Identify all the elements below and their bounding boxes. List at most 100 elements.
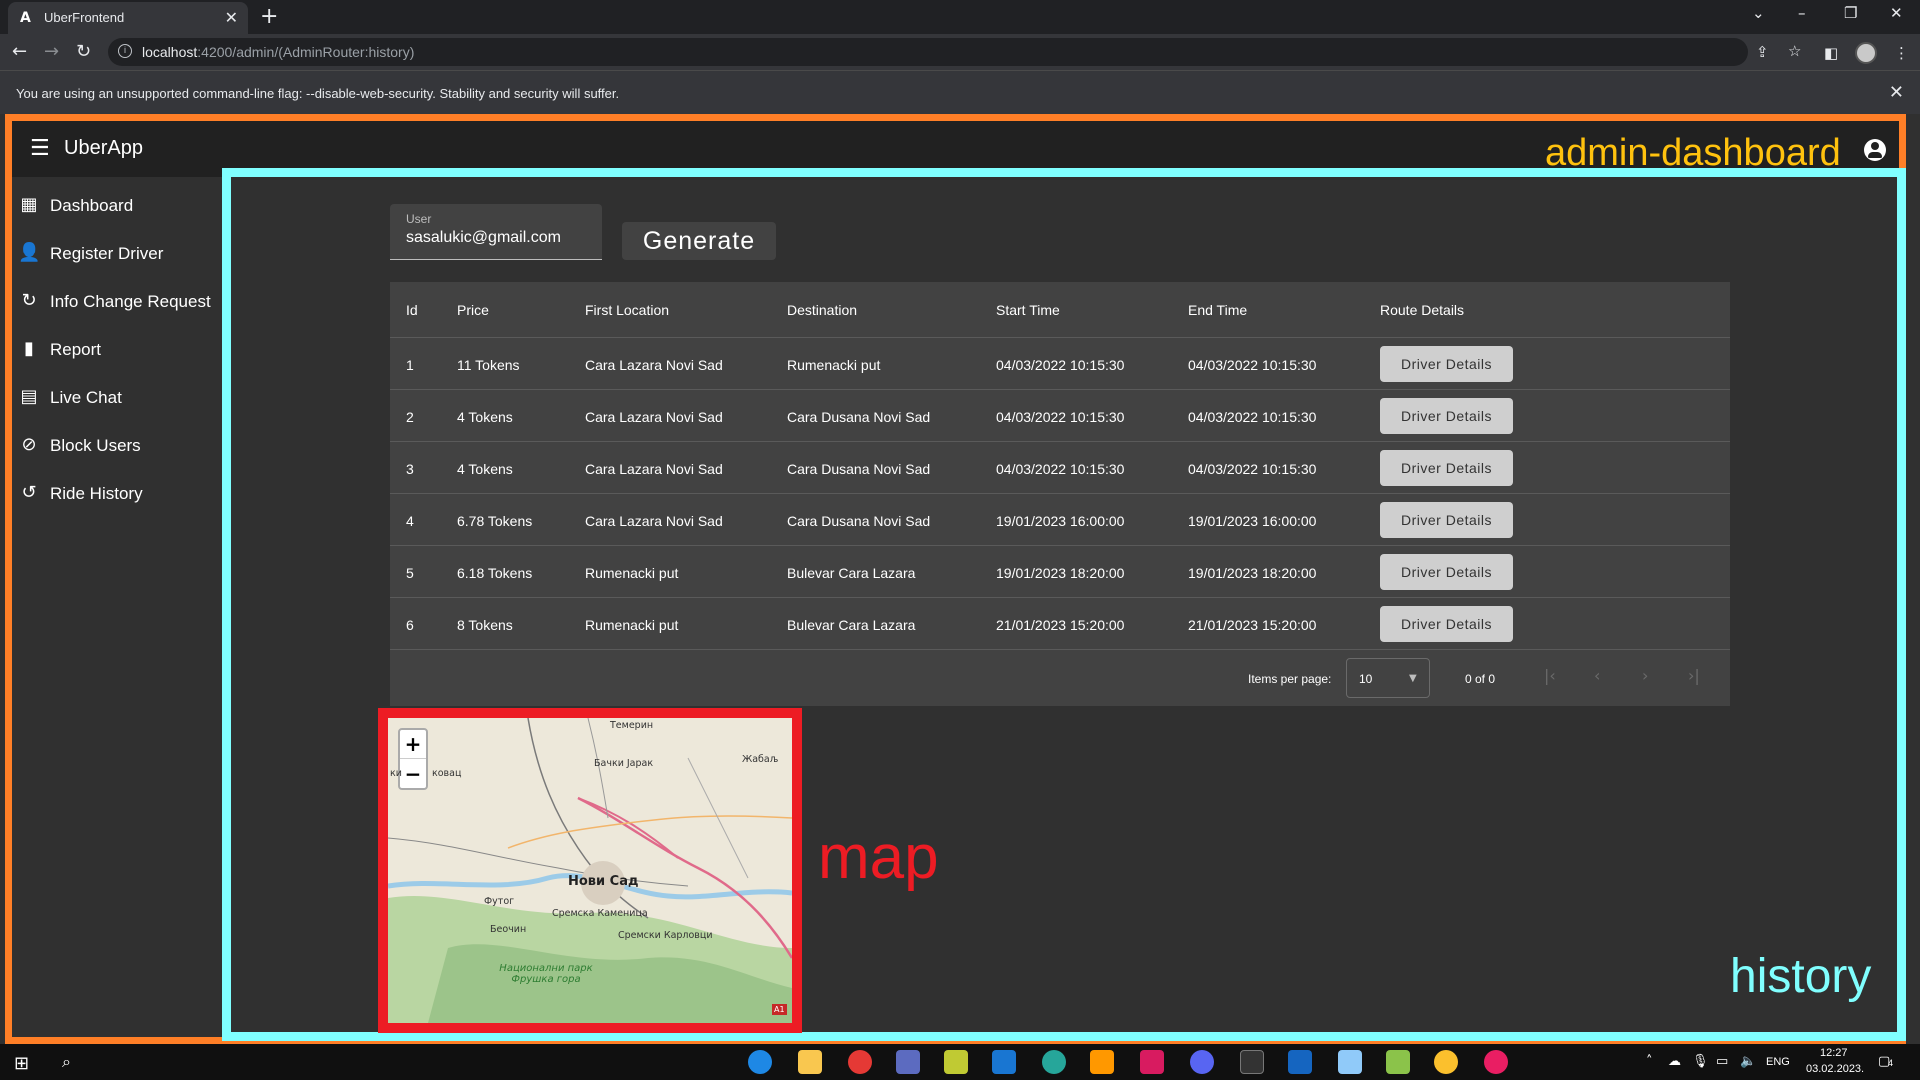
tab-close-icon[interactable]: ✕ — [225, 8, 238, 27]
discord-icon[interactable] — [1190, 1050, 1214, 1074]
header-end-time[interactable]: End Time — [1188, 302, 1247, 318]
account-circle-icon[interactable] — [1864, 139, 1886, 161]
address-bar[interactable]: i localhost:4200/admin/(AdminRouter:hist… — [108, 38, 1801, 66]
teams-icon[interactable] — [896, 1050, 920, 1074]
zoom-out-button[interactable]: − — [400, 760, 426, 789]
driver-details-button[interactable]: Driver Details — [1380, 502, 1513, 538]
bookmark-star-icon[interactable]: ☆ — [1788, 42, 1801, 60]
driver-details-button[interactable]: Driver Details — [1380, 450, 1513, 486]
network-icon[interactable]: ▭ — [1716, 1054, 1728, 1069]
drop-app-icon[interactable] — [1484, 1050, 1508, 1074]
cell-destination: Cara Dusana Novi Sad — [787, 409, 931, 425]
map-label-novi-sad: Нови Сад — [568, 874, 639, 889]
profile-avatar[interactable] — [1855, 42, 1877, 64]
infobar-close-icon[interactable]: ✕ — [1889, 82, 1904, 103]
next-page-icon[interactable]: › — [1642, 666, 1648, 685]
side-panel-icon[interactable]: ◧ — [1824, 44, 1838, 62]
clock-date[interactable]: 03.02.2023. — [1806, 1063, 1864, 1075]
terminal-icon[interactable] — [1240, 1050, 1264, 1074]
back-icon[interactable]: ← — [12, 41, 27, 62]
vscode-icon[interactable] — [992, 1050, 1016, 1074]
driver-details-button[interactable]: Driver Details — [1380, 398, 1513, 434]
cell-first-location: Rumenacki put — [585, 617, 679, 633]
minimize-icon[interactable]: – — [1798, 4, 1806, 22]
sidebar-item-register-driver[interactable]: 👤 Register Driver — [12, 233, 222, 273]
forward-icon[interactable]: → — [44, 41, 59, 62]
url-path: :4200/admin/(AdminRouter:history) — [197, 44, 415, 60]
url-text[interactable]: localhost:4200/admin/(AdminRouter:histor… — [142, 44, 414, 60]
cell-price: 8 Tokens — [457, 617, 513, 633]
page-range-label: 0 of 0 — [1465, 672, 1496, 686]
chrome-alt-icon[interactable] — [848, 1050, 872, 1074]
header-price[interactable]: Price — [457, 302, 489, 318]
previous-page-icon[interactable]: ‹ — [1594, 666, 1600, 685]
browser-tab[interactable]: A UberFrontend ✕ — [8, 2, 248, 34]
dropdown-arrow-icon: ▼ — [1409, 673, 1417, 684]
sidebar-item-live-chat[interactable]: ▤ Live Chat — [12, 377, 222, 417]
photos-icon[interactable] — [1288, 1050, 1312, 1074]
user-input[interactable] — [406, 229, 596, 247]
share-icon[interactable]: ⇪ — [1756, 43, 1769, 61]
sidenav: ▦ Dashboard 👤 Register Driver ↻ Info Cha… — [12, 177, 222, 1037]
restore-icon[interactable]: ❐ — [1844, 4, 1857, 22]
sidebar-item-ride-history[interactable]: ↺ Ride History — [12, 473, 222, 513]
sublime-icon[interactable] — [1090, 1050, 1114, 1074]
user-field[interactable]: User — [390, 204, 602, 260]
tab-search-icon[interactable]: ⌄ — [1752, 4, 1765, 22]
cell-end-time: 19/01/2023 18:20:00 — [1188, 565, 1317, 581]
notepad-icon[interactable] — [1338, 1050, 1362, 1074]
sidebar-item-info-change-request[interactable]: ↻ Info Change Request — [12, 281, 222, 321]
cell-first-location: Cara Lazara Novi Sad — [585, 513, 723, 529]
chrome-taskbar-icon[interactable] — [1434, 1050, 1458, 1074]
tray-chevron-icon[interactable]: ˄ — [1646, 1054, 1653, 1069]
search-icon[interactable]: ⌕ — [62, 1052, 71, 1072]
volume-icon[interactable]: 🔈 — [1740, 1054, 1756, 1069]
header-route-details[interactable]: Route Details — [1380, 302, 1464, 318]
header-destination[interactable]: Destination — [787, 302, 857, 318]
new-tab-icon[interactable]: + — [260, 4, 278, 29]
cell-destination: Cara Dusana Novi Sad — [787, 461, 931, 477]
git-icon[interactable] — [1386, 1050, 1410, 1074]
pycharm-icon[interactable] — [944, 1050, 968, 1074]
cell-start-time: 19/01/2023 18:20:00 — [996, 565, 1125, 581]
map-view[interactable]: + − Темерин Бачки Јарак Жабаљ ки ковац Н… — [388, 718, 792, 1023]
clock-time[interactable]: 12:27 — [1820, 1047, 1848, 1059]
chrome-menu-icon[interactable]: ⋮ — [1894, 44, 1909, 62]
sidebar-item-dashboard[interactable]: ▦ Dashboard — [12, 185, 222, 225]
file-explorer-icon[interactable] — [798, 1050, 822, 1074]
history-icon: ↺ — [21, 482, 37, 503]
driver-details-button[interactable]: Driver Details — [1380, 346, 1513, 382]
reload-icon[interactable]: ↻ — [76, 41, 91, 62]
driver-details-button[interactable]: Driver Details — [1380, 554, 1513, 590]
table-row: 1 11 Tokens Cara Lazara Novi Sad Rumenac… — [390, 338, 1730, 390]
language-indicator[interactable]: ENG — [1766, 1056, 1790, 1068]
cell-end-time: 04/03/2022 10:15:30 — [1188, 357, 1317, 373]
cell-first-location: Cara Lazara Novi Sad — [585, 461, 723, 477]
close-window-icon[interactable]: ✕ — [1890, 4, 1903, 22]
paginator: Items per page: 10 ▼ 0 of 0 |‹ ‹ › ›| — [390, 650, 1730, 706]
app-green-icon[interactable] — [1042, 1050, 1066, 1074]
windows-start-icon[interactable]: ⊞ — [14, 1053, 29, 1074]
sidebar-item-report[interactable]: ▮ Report — [12, 329, 222, 369]
sidebar-item-block-users[interactable]: ⊘ Block Users — [12, 425, 222, 465]
cell-price: 4 Tokens — [457, 409, 513, 425]
onedrive-icon[interactable]: ☁ — [1668, 1054, 1681, 1069]
header-first-location[interactable]: First Location — [585, 302, 669, 318]
first-page-icon[interactable]: |‹ — [1544, 666, 1556, 685]
generate-button[interactable]: Generate — [622, 222, 776, 260]
items-per-page-select[interactable]: 10 ▼ — [1346, 658, 1430, 698]
intellij-icon[interactable] — [1140, 1050, 1164, 1074]
last-page-icon[interactable]: ›| — [1688, 666, 1700, 685]
header-start-time[interactable]: Start Time — [996, 302, 1060, 318]
edge-icon[interactable] — [748, 1050, 772, 1074]
table-row: 3 4 Tokens Cara Lazara Novi Sad Cara Dus… — [390, 442, 1730, 494]
map-label-futog: Футог — [484, 896, 515, 907]
microphone-icon[interactable]: 🎙 — [1692, 1054, 1709, 1069]
url-host: localhost — [142, 44, 198, 60]
driver-details-button[interactable]: Driver Details — [1380, 606, 1513, 642]
person-add-icon: 👤 — [18, 242, 41, 263]
site-info-icon[interactable]: i — [118, 44, 132, 58]
menu-icon[interactable]: ☰ — [30, 136, 50, 161]
header-id[interactable]: Id — [406, 302, 418, 318]
zoom-in-button[interactable]: + — [400, 730, 426, 759]
